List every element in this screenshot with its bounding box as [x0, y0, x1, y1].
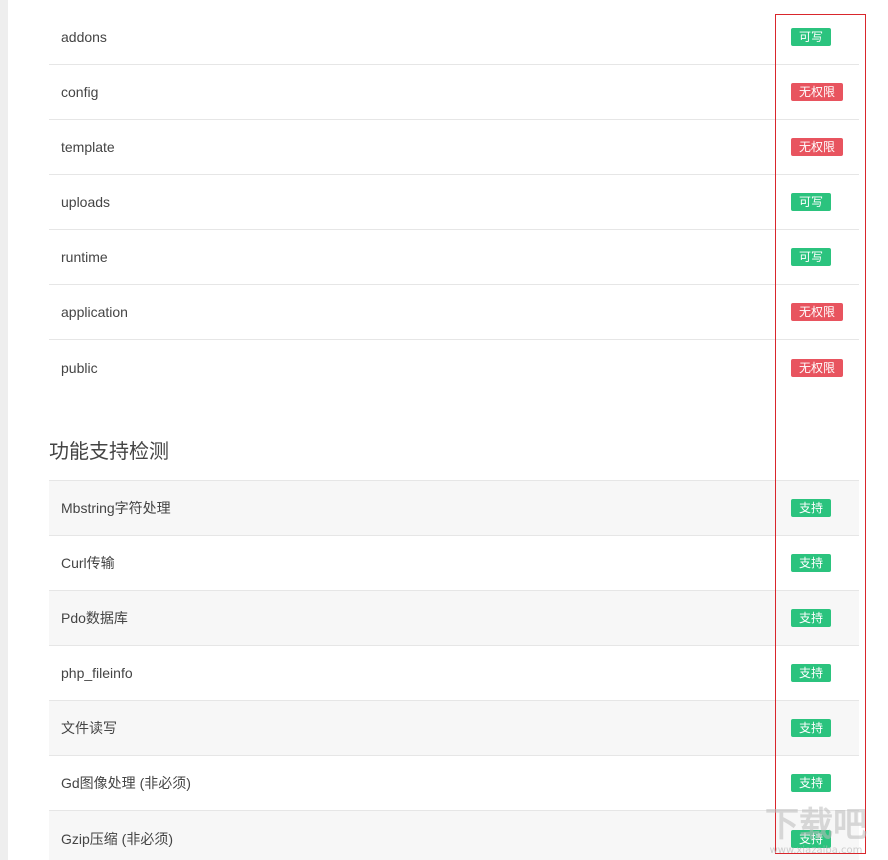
- directory-name: public: [61, 359, 98, 376]
- table-row: template 无权限: [49, 120, 859, 175]
- table-row: Mbstring字符处理 支持: [49, 481, 859, 536]
- status-badge: 支持: [791, 719, 832, 737]
- table-row: application 无权限: [49, 285, 859, 340]
- directory-name: template: [61, 139, 115, 155]
- table-row: uploads 可写: [49, 175, 859, 230]
- status-badge: 无权限: [791, 83, 844, 101]
- directory-name: runtime: [61, 249, 108, 265]
- section-title: 功能支持检测: [49, 441, 169, 463]
- function-name: Pdo数据库: [61, 610, 128, 626]
- function-support-table: Mbstring字符处理 支持 Curl传输 支持 Pdo数据库 支持 php_…: [49, 480, 859, 860]
- directory-name: config: [61, 84, 99, 100]
- table-row: runtime 可写: [49, 230, 859, 285]
- function-name: Gd图像处理 (非必须): [61, 775, 191, 791]
- function-name: php_fileinfo: [61, 665, 133, 681]
- table-row: public 无权限: [49, 340, 859, 395]
- page: addons 可写 config 无权限 template 无权限 upload…: [0, 0, 888, 860]
- directory-name: uploads: [61, 194, 111, 210]
- status-badge: 支持: [791, 499, 832, 517]
- status-badge: 可写: [791, 193, 832, 211]
- directory-name: addons: [61, 29, 107, 45]
- directory-name: application: [61, 304, 128, 320]
- status-badge: 无权限: [791, 303, 844, 321]
- table-row: 文件读写 支持: [49, 701, 859, 756]
- status-badge: 可写: [791, 28, 832, 46]
- table-row: addons 可写: [49, 10, 859, 65]
- status-badge: 支持: [791, 774, 832, 792]
- table-row: php_fileinfo 支持: [49, 646, 859, 701]
- status-badge: 支持: [791, 609, 832, 627]
- status-badge: 无权限: [791, 358, 844, 377]
- status-badge: 支持: [791, 664, 832, 682]
- function-name: 文件读写: [61, 720, 117, 736]
- function-name: Curl传输: [61, 555, 115, 571]
- table-row: Gzip压缩 (非必须) 支持: [49, 811, 859, 860]
- directory-permission-table: addons 可写 config 无权限 template 无权限 upload…: [49, 10, 859, 395]
- status-badge: 无权限: [791, 138, 844, 156]
- status-badge: 可写: [791, 248, 832, 266]
- function-name: Gzip压缩 (非必须): [61, 830, 173, 847]
- table-row: Pdo数据库 支持: [49, 591, 859, 646]
- table-row: Gd图像处理 (非必须) 支持: [49, 756, 859, 811]
- table-row: Curl传输 支持: [49, 536, 859, 591]
- status-badge: 支持: [791, 554, 832, 572]
- left-edge-shadow: [0, 0, 8, 860]
- function-name: Mbstring字符处理: [61, 500, 171, 516]
- table-row: config 无权限: [49, 65, 859, 120]
- status-badge: 支持: [791, 829, 832, 848]
